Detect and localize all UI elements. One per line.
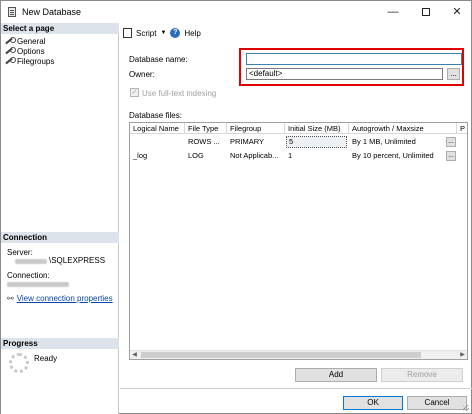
autogrowth-cell[interactable]: By 10 percent, Unlimited ...	[349, 149, 457, 163]
script-icon[interactable]	[123, 28, 132, 38]
autogrowth-cell[interactable]: By 1 MB, Unlimited ...	[349, 135, 457, 149]
wrench-icon	[5, 37, 16, 45]
page-general-label: General	[17, 36, 46, 46]
add-button[interactable]: Add	[295, 368, 377, 382]
connection-header: Connection	[1, 232, 119, 243]
remove-button[interactable]: Remove	[381, 368, 463, 382]
filegroup-cell[interactable]: PRIMARY	[227, 135, 285, 149]
maximize-button[interactable]	[411, 1, 441, 23]
script-dropdown-icon[interactable]: ▼	[160, 30, 166, 36]
window-title: New Database	[22, 7, 82, 17]
maximize-icon	[422, 8, 430, 17]
database-files-grid: Logical Name File Type Filegroup Initial…	[129, 122, 468, 360]
logical-name-cell[interactable]	[130, 135, 185, 149]
path-cell[interactable]	[457, 149, 467, 163]
select-page-header: Select a page	[1, 23, 119, 34]
close-button[interactable]: ✕	[442, 1, 472, 23]
table-row[interactable]: ROWS ... PRIMARY 5 By 1 MB, Unlimited ..…	[130, 135, 467, 149]
server-label: Server:	[7, 248, 33, 257]
scroll-left-icon[interactable]: ◀	[130, 351, 139, 359]
fulltext-label: Use full-text indexing	[142, 89, 217, 98]
page-filegroups-label: Filegroups	[17, 56, 55, 66]
logical-name-cell[interactable]: _log	[130, 149, 185, 163]
column-header[interactable]: Filegroup	[227, 123, 285, 134]
help-icon[interactable]: ?	[170, 28, 181, 38]
new-database-window: New Database — ✕ Select a page General O…	[0, 0, 472, 414]
database-name-label: Database name:	[129, 55, 188, 64]
script-button[interactable]: Script	[136, 29, 156, 38]
scroll-right-icon[interactable]: ▶	[458, 351, 467, 359]
file-type-cell[interactable]: LOG	[185, 149, 227, 163]
scrollbar-thumb[interactable]	[141, 352, 421, 358]
column-header[interactable]: File Type	[185, 123, 227, 134]
autogrowth-value: By 1 MB, Unlimited	[352, 137, 416, 146]
ok-button[interactable]: OK	[343, 396, 403, 410]
page-general[interactable]: General	[5, 36, 45, 46]
initial-size-cell[interactable]: 1	[285, 149, 349, 163]
toolbar: Script ▼ ? Help	[123, 26, 201, 40]
initial-size-cell[interactable]: 5	[285, 135, 349, 149]
highlight-box	[239, 48, 464, 86]
connection-label: Connection:	[7, 271, 50, 280]
left-pane: Select a page General Options Filegroups…	[1, 23, 119, 414]
autogrowth-edit-button[interactable]: ...	[446, 151, 456, 161]
horizontal-scrollbar[interactable]: ◀ ▶	[130, 350, 467, 359]
minimize-button[interactable]: —	[378, 1, 408, 23]
server-value: \SQLEXPRESS	[49, 256, 106, 265]
table-row[interactable]: _log LOG Not Applicab... 1 By 10 percent…	[130, 149, 467, 163]
connection-properties-icon: ⚯	[7, 293, 14, 303]
page-options-label: Options	[17, 46, 45, 56]
fulltext-checkbox[interactable]: ✓	[130, 88, 139, 97]
page-options[interactable]: Options	[5, 46, 45, 56]
column-header[interactable]: P	[457, 123, 467, 134]
filegroup-cell[interactable]: Not Applicab...	[227, 149, 285, 163]
database-files-label: Database files:	[129, 111, 182, 120]
server-name-redacted	[15, 259, 47, 264]
column-header[interactable]: Logical Name	[130, 123, 185, 134]
grid-header: Logical Name File Type Filegroup Initial…	[130, 123, 467, 134]
resize-grip-icon[interactable]	[463, 405, 469, 411]
owner-label: Owner:	[129, 70, 155, 79]
cancel-button[interactable]: Cancel	[407, 396, 467, 410]
wrench-icon	[5, 47, 16, 55]
connection-value-redacted	[7, 282, 69, 287]
progress-header: Progress	[1, 338, 119, 349]
path-cell[interactable]	[457, 135, 467, 149]
title-bar[interactable]: New Database — ✕	[1, 1, 471, 23]
database-app-icon	[8, 7, 16, 17]
footer-divider	[120, 388, 472, 389]
file-type-cell[interactable]: ROWS ...	[185, 135, 227, 149]
column-header[interactable]: Autogrowth / Maxsize	[349, 123, 457, 134]
column-header[interactable]: Initial Size (MB)	[285, 123, 349, 134]
progress-status: Ready	[34, 354, 58, 363]
progress-spinner-icon	[9, 353, 29, 373]
help-button[interactable]: Help	[184, 29, 200, 38]
view-connection-properties-link[interactable]: View connection properties	[17, 294, 113, 303]
initial-size-input[interactable]: 5	[286, 136, 347, 148]
autogrowth-edit-button[interactable]: ...	[446, 137, 456, 147]
autogrowth-value: By 10 percent, Unlimited	[352, 151, 434, 160]
page-filegroups[interactable]: Filegroups	[5, 56, 54, 66]
wrench-icon	[5, 57, 16, 65]
view-connection-properties[interactable]: ⚯ View connection properties	[7, 293, 113, 303]
